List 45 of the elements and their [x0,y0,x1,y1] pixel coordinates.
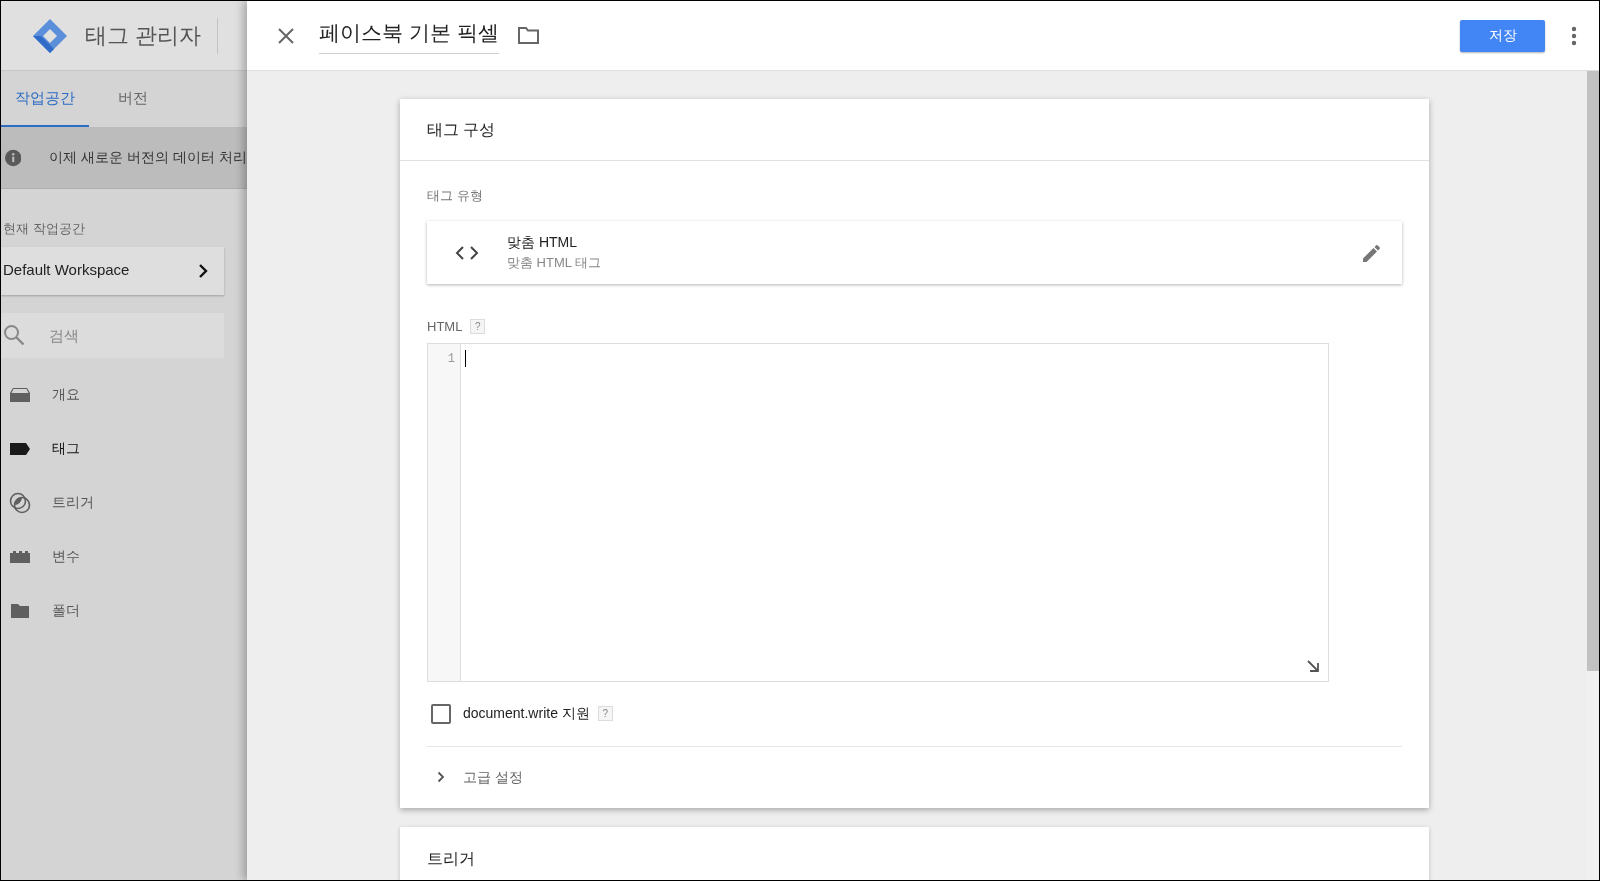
help-badge[interactable]: ? [597,706,613,721]
nav-tab[interactable]: 버전 [89,71,177,127]
line-number: 1 [447,350,455,368]
tag-icon [9,441,31,456]
nav-item[interactable]: 폴더 [1,583,247,638]
checkbox[interactable] [431,703,451,724]
workspace-label: 현재 작업공간 [3,220,85,238]
circles-icon [9,491,31,514]
app-title: 태그 관리자 [85,22,202,50]
brick-icon [9,549,31,564]
nav-item[interactable]: 변수 [1,529,247,584]
card-title: 트리거 [427,849,475,867]
nav-item[interactable]: 트리거 [1,475,247,530]
folder-icon [10,602,30,619]
search-field[interactable]: 검색 [1,312,224,358]
code-icon [455,245,479,260]
folder-icon[interactable] [516,26,540,45]
code-editor[interactable]: 1 [427,342,1329,682]
logo-icon [31,16,69,55]
close-icon [278,27,294,44]
chevron-icon [437,771,445,783]
text-cursor [465,349,466,367]
card-title: 태그 구성 [427,119,496,140]
search-icon [3,323,25,346]
tag-type-label: 태그 유형 [427,188,483,203]
checkbox-label: document.write 지원 [463,704,590,723]
help-badge[interactable]: ? [470,319,486,335]
nav-item[interactable]: 태그 [1,421,247,476]
notice-text: 이제 새로운 버전의 데이터 처리 [49,148,247,167]
more-menu-icon[interactable] [1571,25,1577,46]
workspace-selector[interactable]: Default Workspace [1,246,224,295]
resize-handle-icon[interactable] [1306,658,1320,673]
tag-type-name: 맞춤 HTML [507,233,578,253]
save-button[interactable]: 저장 [1460,19,1545,52]
advanced-settings-toggle[interactable]: 고급 설정 [427,746,523,808]
close-button[interactable] [277,26,295,45]
pencil-icon[interactable] [1362,242,1382,263]
tag-name-field[interactable]: 페이스북 기본 픽셀 [319,17,499,54]
chevron-right-icon [198,262,208,279]
scrollbar[interactable] [1587,71,1599,880]
tag-type-card[interactable]: 맞춤 HTML 맞춤 HTML 태그 [427,221,1402,284]
html-label: HTML [427,318,463,336]
tag-type-description: 맞춤 HTML 태그 [507,254,602,273]
tray-icon [9,386,31,403]
nav-item[interactable]: 개요 [1,367,247,422]
